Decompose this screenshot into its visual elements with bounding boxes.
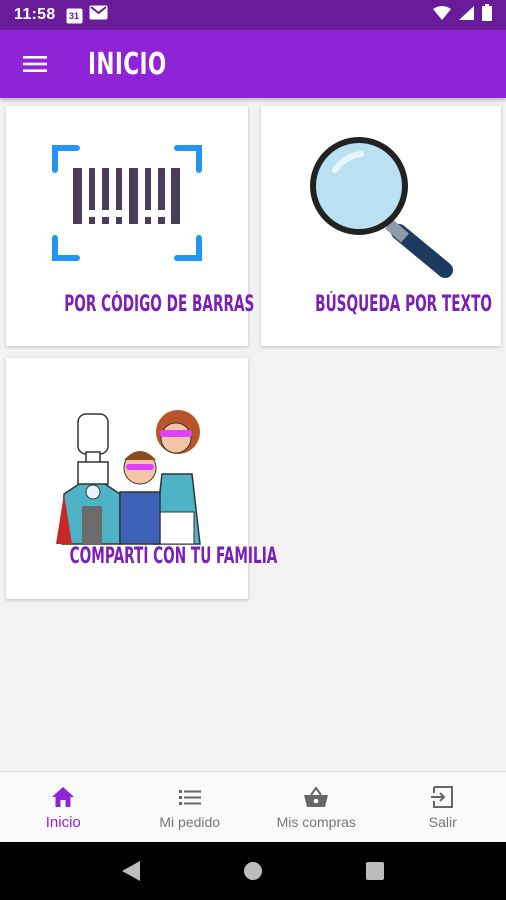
basket-icon	[304, 786, 329, 807]
list-icon	[178, 790, 201, 805]
nav-label-mis-compras: Mis compras	[276, 814, 356, 830]
nav-item-inicio[interactable]: Inicio	[0, 772, 127, 842]
system-nav-bar	[0, 842, 506, 900]
home-icon	[52, 787, 75, 807]
barcode-scan-icon	[52, 145, 202, 261]
recents-icon[interactable]	[365, 861, 385, 881]
signal-icon	[459, 5, 474, 25]
app-bar: INICIO	[0, 30, 506, 98]
nav-item-mis-compras[interactable]: Mis compras	[253, 772, 380, 842]
share-family-card[interactable]: COMPARTÍ CON TU FAMILIA	[6, 358, 278, 599]
status-bar: 11:58 31	[0, 0, 506, 30]
status-time: 11:58	[14, 6, 56, 23]
gmail-icon	[89, 5, 108, 25]
text-search-card[interactable]: BÚSQUEDA POR TEXTO	[261, 106, 501, 346]
hamburger-icon	[23, 56, 47, 72]
main-content: POR CÓDIGO DE BARRAS BÚSQUEDA POR TEXTO	[0, 98, 506, 771]
home-circle-icon[interactable]	[242, 860, 264, 882]
nav-item-salir[interactable]: Salir	[380, 772, 506, 842]
calendar-day: 31	[69, 10, 80, 21]
calendar-icon: 31	[66, 7, 83, 24]
wifi-icon	[433, 5, 451, 25]
family-card-label: COMPARTÍ CON TU FAMILIA	[69, 544, 278, 569]
nav-item-mi-pedido[interactable]: Mi pedido	[127, 772, 254, 842]
nav-label-salir: Salir	[428, 814, 457, 830]
bottom-nav: Inicio Mi pedido Mis compras Salir	[0, 771, 506, 842]
battery-icon	[482, 4, 492, 26]
nav-label-inicio: Inicio	[45, 814, 81, 831]
barcode-search-card[interactable]: POR CÓDIGO DE BARRAS	[6, 106, 255, 346]
back-icon[interactable]	[121, 860, 141, 882]
page-title: INICIO	[88, 46, 167, 82]
barcode-card-label: POR CÓDIGO DE BARRAS	[64, 292, 255, 317]
nav-label-mi-pedido: Mi pedido	[159, 814, 221, 830]
menu-button[interactable]	[0, 30, 70, 98]
text-search-card-label: BÚSQUEDA POR TEXTO	[315, 292, 492, 317]
magnifier-icon	[310, 137, 453, 278]
exit-icon	[430, 786, 453, 808]
family-illustration	[56, 410, 201, 545]
